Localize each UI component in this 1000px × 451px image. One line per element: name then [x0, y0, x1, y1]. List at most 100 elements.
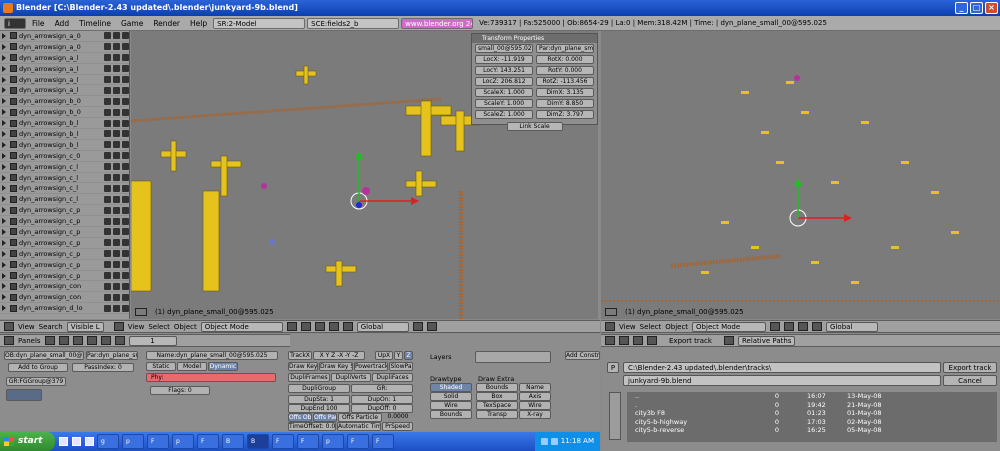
restrict-render-icon[interactable]	[122, 250, 129, 258]
parent-field[interactable]: Par:dyn_plane_small	[536, 44, 594, 53]
restrict-view-icon[interactable]	[104, 174, 111, 182]
restrict-select-icon[interactable]	[113, 304, 120, 312]
restrict-view-icon[interactable]	[104, 130, 111, 138]
dynamic-button[interactable]: Dynamic	[208, 362, 238, 371]
start-button[interactable]: start	[0, 432, 55, 451]
draw-extra-transp[interactable]: Transp	[476, 410, 518, 419]
draw-extra-bounds[interactable]: Bounds	[476, 383, 518, 392]
object-mode-select[interactable]: Object Mode	[200, 321, 283, 332]
track-axes-buttons[interactable]: X Y Z -X -Y -Z	[313, 351, 365, 360]
restrict-render-icon[interactable]	[122, 43, 129, 51]
restrict-select-icon[interactable]	[113, 250, 120, 258]
expand-triangle-icon[interactable]	[2, 305, 6, 312]
static-button[interactable]: Static	[146, 362, 176, 371]
draw-extra-name[interactable]: Name	[519, 383, 551, 392]
restrict-view-icon[interactable]	[104, 282, 111, 290]
file-row[interactable]: city3b F8 0 01:23 01-May-08	[627, 409, 997, 418]
restrict-select-icon[interactable]	[113, 239, 120, 247]
restrict-select-icon[interactable]	[113, 97, 120, 105]
outliner-row[interactable]: dyn_arrowsign_con	[0, 292, 129, 304]
drawtype-solid[interactable]: Solid	[430, 392, 472, 401]
expand-triangle-icon[interactable]	[2, 250, 6, 257]
manipulator-icon[interactable]	[314, 322, 325, 331]
restrict-render-icon[interactable]	[122, 163, 129, 171]
buttons-window-type-icon[interactable]	[4, 336, 14, 345]
translate-icon[interactable]	[328, 322, 339, 331]
roty-field[interactable]: RotY: 0.000	[536, 66, 594, 75]
tray-network-icon[interactable]	[540, 438, 548, 445]
expand-triangle-icon[interactable]	[2, 120, 6, 127]
outliner-row[interactable]: dyn_arrowsign_c_l	[0, 173, 129, 184]
outliner-row[interactable]: dyn_arrowsign_c_l	[0, 183, 129, 195]
expand-triangle-icon[interactable]	[2, 163, 6, 170]
restrict-view-icon[interactable]	[104, 261, 111, 269]
restrict-render-icon[interactable]	[122, 152, 129, 160]
draw-key-button[interactable]: Draw Key	[288, 362, 318, 371]
outliner-row[interactable]: dyn_arrowsign_c_p	[0, 260, 129, 271]
restrict-select-icon[interactable]	[113, 65, 120, 73]
taskbar-task-button[interactable]: F	[372, 434, 394, 449]
pivot-icon[interactable]	[300, 322, 311, 331]
dimz-field[interactable]: DimZ: 3.797	[536, 110, 594, 119]
taskbar-task-button[interactable]: p	[322, 434, 344, 449]
offs-ob-button[interactable]: Offs Ob	[288, 413, 312, 422]
restrict-render-icon[interactable]	[122, 65, 129, 73]
trackx-button[interactable]: TrackX	[288, 351, 312, 360]
restrict-select-icon[interactable]	[113, 119, 120, 127]
header-object-menu[interactable]: Object	[174, 323, 197, 331]
restrict-select-icon[interactable]	[113, 43, 120, 51]
restrict-select-icon[interactable]	[113, 195, 120, 203]
cancel-button[interactable]: Cancel	[943, 375, 997, 386]
draw-type-icon-right[interactable]	[770, 322, 781, 331]
outliner-row[interactable]: dyn_arrowsign_a_0	[0, 31, 129, 42]
header-right-object-menu[interactable]: Object	[665, 323, 688, 331]
restrict-select-icon[interactable]	[113, 272, 120, 280]
info-window-type-icon[interactable]: i	[4, 17, 26, 29]
expand-triangle-icon[interactable]	[2, 283, 6, 290]
restrict-render-icon[interactable]	[122, 86, 129, 94]
dupli-verts-button[interactable]: DupliVerts	[331, 373, 371, 382]
menu-render[interactable]: Render	[149, 19, 184, 28]
restrict-view-icon[interactable]	[104, 217, 111, 225]
expand-triangle-icon[interactable]	[2, 196, 6, 203]
orientation-select-right[interactable]: Global	[826, 321, 879, 332]
relative-paths-toggle[interactable]: Relative Paths	[737, 335, 796, 346]
screen-selector[interactable]: SR:2-Model	[213, 17, 306, 29]
dupli-group-field[interactable]: GR:	[351, 384, 413, 393]
drawtype-bounds[interactable]: Bounds	[430, 410, 472, 419]
restrict-select-icon[interactable]	[113, 261, 120, 269]
orientation-select[interactable]: Global	[356, 321, 409, 332]
powertrack-button[interactable]: Powertrack	[354, 362, 388, 371]
dupon-field[interactable]: DupOn: 1	[351, 395, 413, 404]
quicklaunch-ie-icon[interactable]	[72, 437, 81, 446]
taskbar-task-button[interactable]: B	[222, 434, 244, 449]
outliner-row[interactable]: dyn_arrowsign_b_l	[0, 140, 129, 151]
offs-particle-button[interactable]: Offs Particle	[338, 413, 382, 422]
pivot-icon-right[interactable]	[784, 322, 795, 331]
dimx-field[interactable]: DimX: 3.135	[536, 88, 594, 97]
taskbar-task-button[interactable]: F	[347, 434, 369, 449]
slowpar-button[interactable]: SlowPa	[389, 362, 413, 371]
restrict-select-icon[interactable]	[113, 228, 120, 236]
scaley-field[interactable]: ScaleY: 1.000	[475, 99, 533, 108]
restrict-view-icon[interactable]	[104, 152, 111, 160]
restrict-render-icon[interactable]	[122, 282, 129, 290]
maximize-button[interactable]: □	[970, 2, 983, 14]
outliner-row[interactable]: dyn_arrowsign_d_lo	[0, 303, 129, 315]
quicklaunch-desktop-icon[interactable]	[59, 437, 68, 446]
object-context-icon[interactable]	[86, 336, 97, 345]
restrict-view-icon[interactable]	[104, 97, 111, 105]
file-row[interactable]: .. 0 16:07 13-May-08	[627, 392, 997, 401]
restrict-view-icon[interactable]	[104, 43, 111, 51]
restrict-view-icon[interactable]	[104, 293, 111, 301]
outliner-row[interactable]: dyn_arrowsign_b_l	[0, 129, 129, 140]
sort-alpha-icon[interactable]	[619, 336, 629, 345]
menu-game[interactable]: Game	[117, 19, 147, 28]
sort-size-icon[interactable]	[647, 336, 657, 345]
restrict-view-icon[interactable]	[104, 195, 111, 203]
restrict-view-icon[interactable]	[104, 86, 111, 94]
menu-add[interactable]: Add	[51, 19, 74, 28]
restrict-render-icon[interactable]	[122, 293, 129, 301]
expand-triangle-icon[interactable]	[2, 130, 6, 137]
outliner-row[interactable]: dyn_arrowsign_c_p	[0, 216, 129, 228]
